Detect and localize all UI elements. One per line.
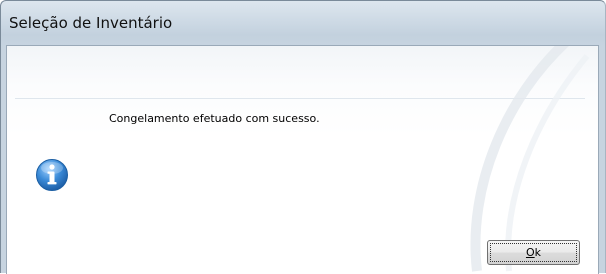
ok-button[interactable]: Ok	[487, 240, 580, 265]
dialog-content: Congelamento efetuado com sucesso. Ok	[6, 45, 599, 274]
dialog-window: Seleção de Inventário Congelamento efetu…	[0, 0, 606, 274]
window-title: Seleção de Inventário	[9, 14, 173, 32]
info-icon	[36, 159, 68, 191]
focus-rectangle	[490, 243, 577, 262]
title-bar[interactable]: Seleção de Inventário	[1, 1, 605, 43]
dialog-message: Congelamento efetuado com sucesso.	[109, 112, 320, 125]
